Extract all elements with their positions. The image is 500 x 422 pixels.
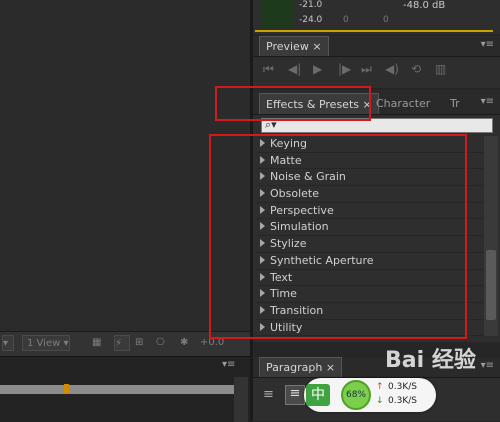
scrollbar-thumb[interactable] [486,250,496,320]
work-area-bar[interactable] [0,385,234,394]
audio-level-bottom: -24.0 [299,15,323,25]
grid-icon[interactable]: ▦ [92,335,108,351]
tab-preview[interactable]: Preview × [259,36,329,56]
highlight-effects-list [209,134,467,339]
audio-level-top: -21.0 [299,0,323,10]
exposure-icon[interactable]: ✱ [180,335,196,351]
highlight-effects-tab [215,86,371,121]
audio-meter-bars [261,0,293,28]
dropdown-arrow[interactable]: ▾ [2,335,14,351]
previous-frame-icon[interactable]: ◀| [288,62,301,76]
ram-preview-icon[interactable]: ▥ [435,62,446,76]
tab-paragraph-label: Paragraph [266,361,323,374]
effects-scrollbar[interactable] [484,136,498,336]
align-left-icon[interactable]: ≡ [263,387,274,402]
timeline-icon[interactable]: ⊞ [135,335,151,351]
view-layout-select[interactable]: 1 View ▾ [22,335,70,351]
timeline-menu-icon[interactable]: ▾≡ [222,359,235,370]
memory-usage-gauge: 68% [341,380,371,410]
timeline-scrollbar[interactable] [234,377,248,422]
flowchart-icon[interactable]: ⎔ [156,335,172,351]
loop-icon[interactable]: ⟲ [411,62,421,76]
tab-character[interactable]: Character [376,97,430,110]
tab-preview-label: Preview [266,40,309,53]
audio-db-left: 0 [343,15,349,25]
panel-menu-icon[interactable]: ▾≡ [481,39,494,50]
first-frame-icon[interactable]: ⏮ [263,62,274,77]
current-time-indicator[interactable] [64,384,69,394]
view-layout-label: 1 View [27,338,61,349]
last-frame-icon[interactable]: ⏭ [361,62,372,77]
network-speed-widget[interactable]: 中 68% ↑ 0.3K/S ↓ 0.3K/S [304,378,436,412]
next-frame-icon[interactable]: |▶ [338,62,351,76]
download-arrow-icon: ↓ [376,396,384,406]
close-icon[interactable]: × [326,361,335,374]
download-speed: 0.3K/S [388,396,417,406]
audio-panel-edge [255,30,493,32]
tab-paragraph[interactable]: Paragraph × [259,357,343,377]
audio-db-right: 0 [383,15,389,25]
timeline-panel: ▾≡ [0,356,252,422]
panel-menu-icon[interactable]: ▾≡ [481,96,494,107]
tab-tracker[interactable]: Tr [450,97,460,110]
audio-db-value: -48.0 dB [403,0,446,11]
ime-indicator[interactable]: 中 [306,384,330,406]
panel-menu-icon[interactable]: ▾≡ [481,360,494,371]
audio-icon[interactable]: ◀) [385,62,399,76]
watermark-logo: Bai 经验 [385,348,476,373]
preview-panel: Preview × ▾≡ ⏮ ◀| ▶ |▶ ⏭ ◀) ⟲ ▥ [253,36,500,88]
upload-speed: 0.3K/S [388,382,417,392]
close-icon[interactable]: × [312,40,321,53]
play-icon[interactable]: ▶ [313,62,322,76]
upload-arrow-icon: ↑ [376,382,384,392]
audio-panel: -21.0 -24.0 0 0 -48.0 dB [253,0,500,34]
fast-preview-icon[interactable]: ⚡ [114,335,130,351]
align-center-icon[interactable]: ≡ [285,385,305,405]
